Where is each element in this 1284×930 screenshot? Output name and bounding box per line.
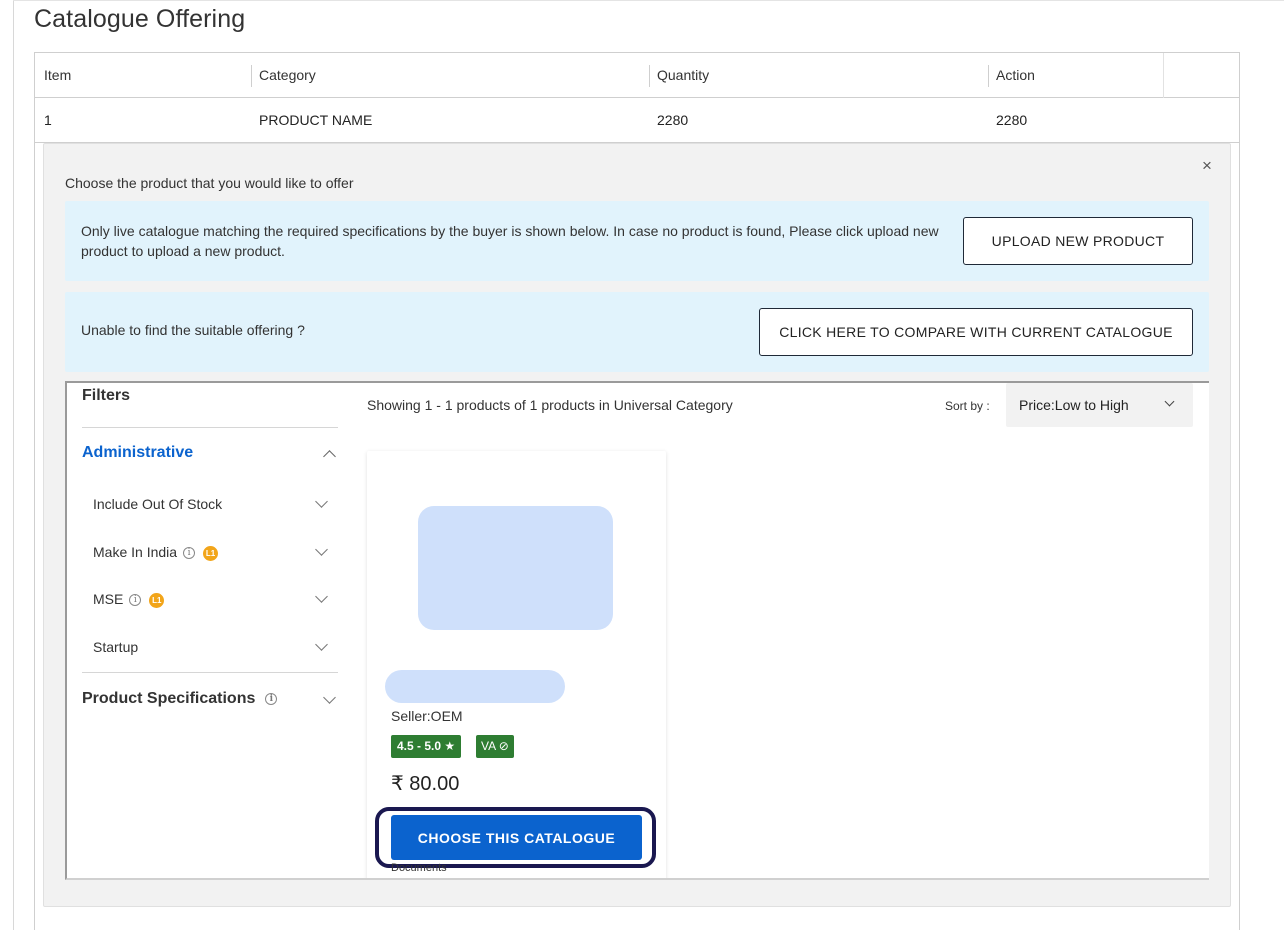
catalogue-selection-panel: × Choose the product that you would like… — [43, 143, 1231, 907]
filter-item-make-in-india[interactable]: Make In India i L1 — [93, 542, 338, 566]
column-divider — [649, 65, 650, 87]
page-title: Catalogue Offering — [34, 5, 246, 33]
product-price: ₹ 80.00 — [391, 773, 460, 795]
filter-item-text: MSE — [93, 591, 124, 607]
column-header-item: Item — [44, 67, 72, 83]
chevron-up-icon — [323, 450, 336, 463]
compare-catalogue-button[interactable]: CLICK HERE TO COMPARE WITH CURRENT CATAL… — [759, 308, 1193, 356]
filter-item-label: Make In India i L1 — [93, 544, 219, 561]
product-image-placeholder — [418, 506, 613, 630]
cell-action: 2280 — [996, 112, 1028, 128]
sort-selected-value: Price:Low to High — [1019, 397, 1129, 413]
product-name-placeholder — [385, 670, 565, 703]
filter-group-label: Product Specifications i — [82, 690, 278, 708]
filter-group-administrative[interactable]: Administrative — [82, 444, 338, 468]
filter-item-text: Make In India — [93, 544, 178, 560]
info-icon[interactable]: i — [183, 547, 196, 560]
page-left-border — [13, 0, 14, 930]
table-header: Item Category Quantity Action — [35, 53, 1239, 98]
column-header-quantity: Quantity — [657, 67, 710, 83]
filter-item-label: Startup — [93, 639, 139, 655]
chevron-down-icon — [315, 590, 328, 603]
cell-category: PRODUCT NAME — [259, 112, 373, 128]
va-badge: VA ⊘ — [476, 735, 514, 758]
sort-dropdown[interactable]: Price:Low to High — [1006, 383, 1193, 427]
page-top-border — [13, 0, 1284, 1]
column-divider — [1163, 53, 1164, 98]
column-header-action: Action — [996, 67, 1035, 83]
rating-badge: 4.5 - 5.0 ★ — [391, 735, 462, 758]
highlight-ring: CHOOSE THIS CATALOGUE — [375, 807, 656, 868]
chevron-down-icon — [1164, 396, 1175, 407]
info-icon[interactable]: i — [265, 692, 278, 705]
close-icon[interactable]: × — [1197, 156, 1217, 176]
info-banner-text: Only live catalogue matching the require… — [81, 223, 939, 259]
chevron-down-icon — [315, 638, 328, 651]
results-count: Showing 1 - 1 products of 1 products in … — [367, 397, 733, 413]
filters-divider — [82, 672, 338, 673]
l1-badge: L1 — [149, 592, 165, 608]
compare-banner: Unable to find the suitable offering ? C… — [65, 292, 1209, 372]
filter-item-mse[interactable]: MSE i L1 — [93, 589, 338, 613]
filter-group-product-specifications[interactable]: Product Specifications i — [82, 690, 338, 714]
upload-new-product-button[interactable]: UPLOAD NEW PRODUCT — [963, 217, 1193, 265]
filters-title: Filters — [82, 387, 131, 404]
seller-label: Seller:OEM — [391, 708, 463, 724]
compare-prompt: Unable to find the suitable offering ? — [81, 322, 305, 338]
filters-divider — [82, 427, 338, 428]
column-divider — [988, 65, 989, 87]
panel-prompt: Choose the product that you would like t… — [65, 175, 354, 191]
cell-item: 1 — [44, 112, 52, 128]
results-area: Filters Administrative Include Out Of St… — [65, 381, 1209, 880]
chevron-down-icon — [323, 691, 336, 704]
filter-item-label: Include Out Of Stock — [93, 496, 223, 512]
filter-group-text: Product Specifications — [82, 690, 256, 707]
product-card: Seller:OEM 4.5 - 5.0 ★ VA ⊘ ₹ 80.00 CHOO… — [367, 451, 666, 878]
filter-group-label: Administrative — [82, 444, 194, 461]
filter-item-startup[interactable]: Startup — [93, 637, 338, 661]
info-icon[interactable]: i — [129, 594, 142, 607]
cell-quantity: 2280 — [657, 112, 689, 128]
filter-item-label: MSE i L1 — [93, 591, 165, 608]
column-header-category: Category — [259, 67, 316, 83]
l1-badge: L1 — [203, 545, 219, 561]
column-divider — [251, 65, 252, 87]
filter-item-include-out-of-stock[interactable]: Include Out Of Stock — [93, 494, 338, 518]
sort-label: Sort by : — [945, 399, 990, 413]
documents-label: Documents — [391, 862, 447, 874]
info-banner: Only live catalogue matching the require… — [65, 201, 1209, 281]
choose-this-catalogue-button[interactable]: CHOOSE THIS CATALOGUE — [391, 815, 642, 860]
table-row: 1 PRODUCT NAME 2280 2280 — [35, 98, 1239, 143]
chevron-down-icon — [315, 495, 328, 508]
chevron-down-icon — [315, 543, 328, 556]
